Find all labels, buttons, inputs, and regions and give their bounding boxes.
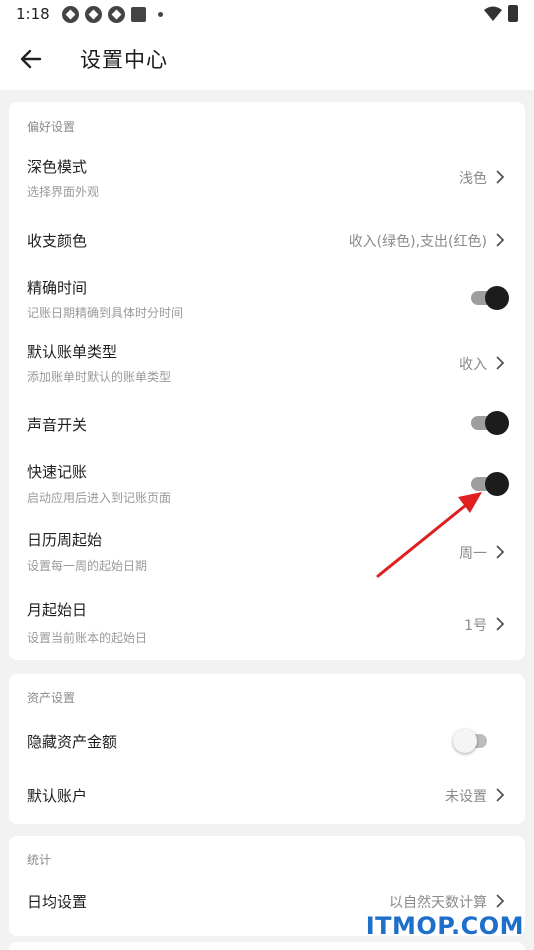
default-type-row[interactable]: 默认账单类型 添加账单时默认的账单类型 收入: [9, 336, 525, 392]
battery-icon: [508, 5, 518, 22]
sound-row: 声音开关: [9, 402, 525, 446]
sound-title: 声音开关: [27, 416, 88, 434]
section-label-stats: 统计: [27, 853, 52, 867]
month-start-subtitle: 设置当前账本的起始日: [27, 631, 148, 645]
month-start-title: 月起始日: [27, 601, 88, 619]
default-type-title: 默认账单类型: [27, 343, 118, 361]
precise-time-toggle[interactable]: [469, 286, 509, 310]
notification-icon: [84, 5, 102, 23]
chevron-right-icon: [496, 170, 505, 184]
hide-amount-row: 隐藏资产金额: [9, 720, 525, 764]
back-arrow-icon: [20, 49, 42, 69]
chevron-right-icon: [496, 788, 505, 802]
app-notification-icon: [130, 6, 146, 22]
chevron-right-icon: [496, 356, 505, 370]
next-card-peek: [9, 942, 525, 950]
color-row[interactable]: 收支颜色 收入(绿色),支出(红色): [9, 214, 525, 264]
precise-time-subtitle: 记账日期精确到具体时分时间: [27, 306, 184, 320]
page-title: 设置中心: [80, 48, 168, 72]
chevron-right-icon: [496, 545, 505, 559]
quick-entry-title: 快速记账: [27, 463, 88, 481]
notification-icon: [61, 5, 79, 23]
section-label-preferences: 偏好设置: [27, 120, 76, 134]
precise-time-row: 精确时间 记账日期精确到具体时分时间: [9, 272, 525, 328]
preferences-card: 偏好设置 深色模式 选择界面外观 浅色 收支颜色 收入(绿色),支出(红色) 精…: [9, 102, 525, 660]
month-start-value: 1号: [464, 618, 487, 634]
status-system-icons: [484, 5, 518, 22]
week-start-row[interactable]: 日历周起始 设置每一周的起始日期 周一: [9, 526, 525, 582]
default-account-value: 未设置: [445, 789, 487, 805]
app-bar: 设置中心: [0, 28, 534, 90]
status-notification-icons: [61, 5, 163, 23]
default-type-subtitle: 添加账单时默认的账单类型: [27, 370, 172, 384]
color-title: 收支颜色: [27, 232, 88, 250]
week-start-subtitle: 设置每一周的起始日期: [27, 559, 148, 573]
notification-icon: [107, 5, 125, 23]
assets-card: 资产设置 隐藏资产金额 默认账户 未设置: [9, 674, 525, 824]
dark-mode-value: 浅色: [459, 171, 487, 187]
dark-mode-subtitle: 选择界面外观: [27, 185, 100, 199]
default-account-row[interactable]: 默认账户 未设置: [9, 774, 525, 818]
chevron-right-icon: [496, 617, 505, 631]
chevron-right-icon: [496, 233, 505, 247]
quick-entry-toggle[interactable]: [469, 472, 509, 496]
dark-mode-row[interactable]: 深色模式 选择界面外观 浅色: [9, 146, 525, 206]
chevron-right-icon: [496, 894, 505, 908]
watermark-logo: ITMOP.COM: [365, 912, 524, 940]
quick-entry-row: 快速记账 启动应用后进入到记账页面: [9, 458, 525, 514]
status-time: 1:18: [16, 5, 50, 23]
quick-entry-subtitle: 启动应用后进入到记账页面: [27, 491, 172, 505]
daily-average-value: 以自然天数计算: [389, 895, 487, 911]
dark-mode-title: 深色模式: [27, 158, 88, 176]
precise-time-title: 精确时间: [27, 279, 88, 297]
daily-average-title: 日均设置: [27, 893, 88, 911]
status-bar: 1:18: [0, 0, 534, 28]
back-button[interactable]: [0, 28, 62, 90]
wifi-icon: [484, 6, 502, 21]
more-notifications-icon: [157, 11, 163, 17]
sound-toggle[interactable]: [469, 411, 509, 435]
week-start-title: 日历周起始: [27, 531, 103, 549]
default-type-value: 收入: [459, 357, 487, 373]
default-account-title: 默认账户: [27, 787, 88, 805]
week-start-value: 周一: [459, 546, 487, 562]
hide-amount-toggle[interactable]: [453, 729, 497, 753]
hide-amount-title: 隐藏资产金额: [27, 733, 118, 751]
section-label-assets: 资产设置: [27, 691, 76, 705]
month-start-row[interactable]: 月起始日 设置当前账本的起始日 1号: [9, 596, 525, 652]
color-value: 收入(绿色),支出(红色): [348, 234, 487, 250]
